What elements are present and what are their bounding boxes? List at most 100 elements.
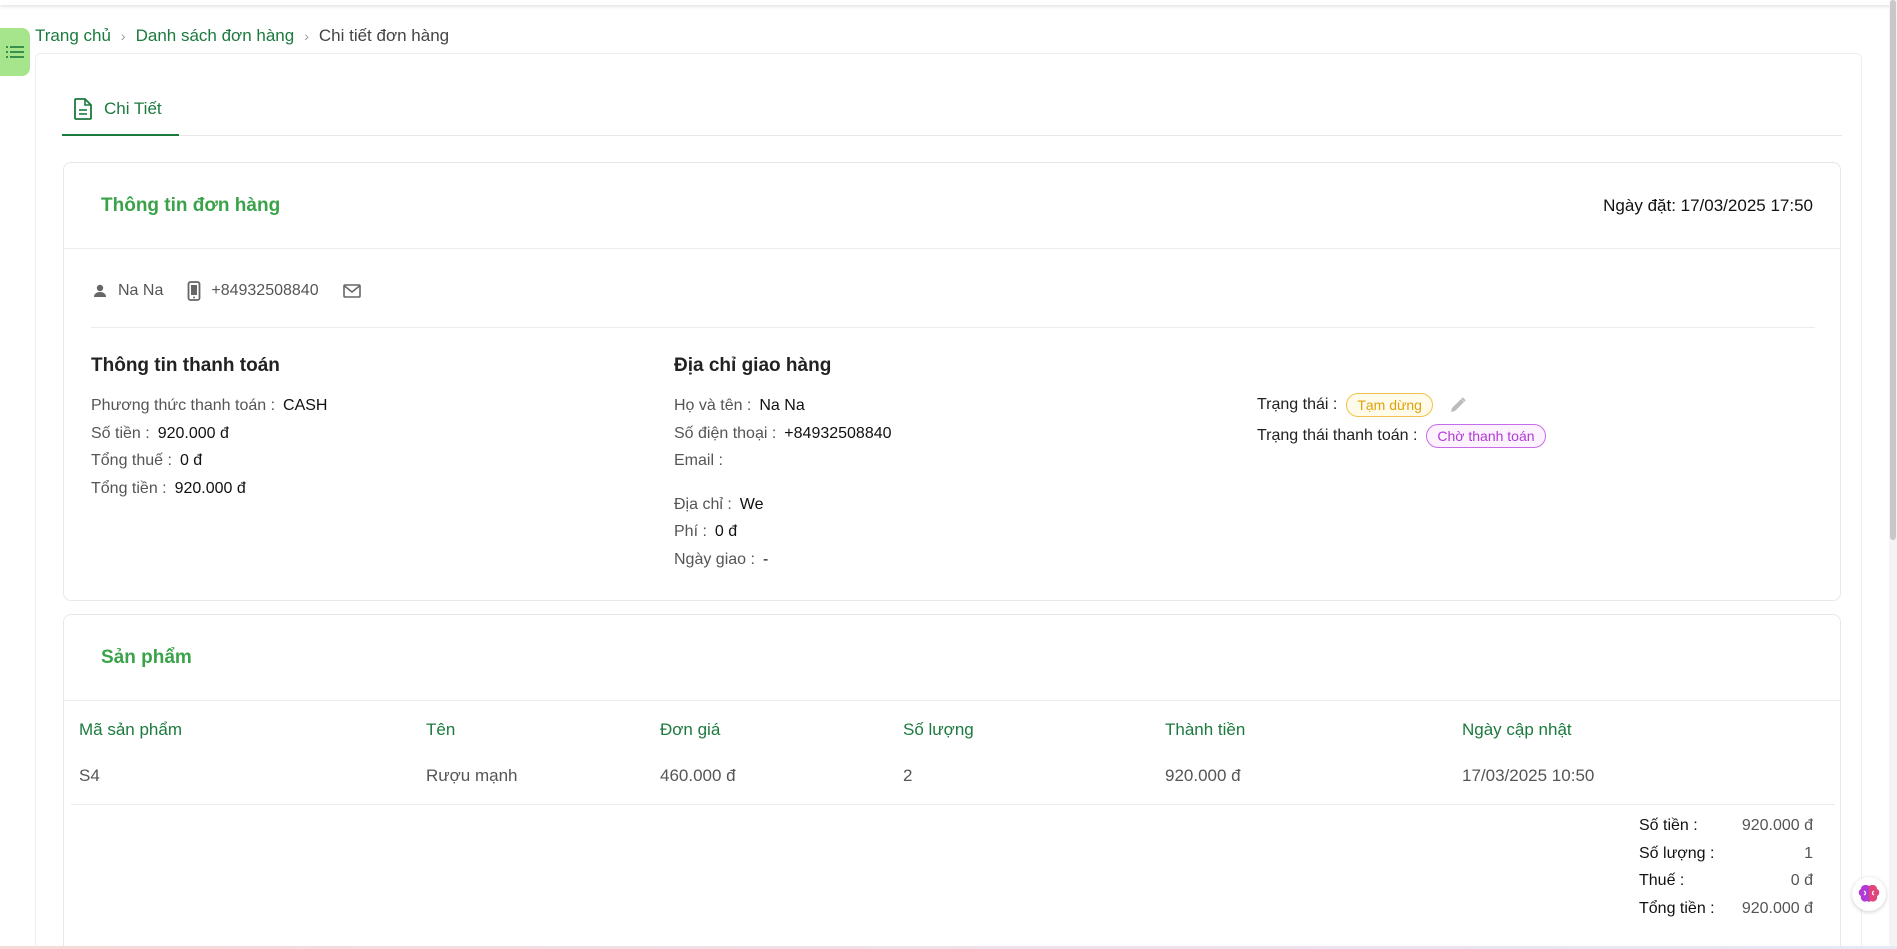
customer-contact-row: Na Na +84932508840 [92, 279, 371, 303]
order-status-badge: Tạm dừng [1346, 392, 1433, 417]
payment-total-row: Tổng tiền : 920.000 đ [91, 475, 327, 503]
shipping-address-label: Địa chỉ : [674, 495, 732, 513]
order-info-section: Thông tin đơn hàng Ngày đặt: 17/03/2025 … [63, 162, 1841, 601]
order-status: Trạng thái : Tạm dừng Trạng thái thanh t… [1257, 389, 1546, 451]
payment-tax-value: 0 đ [179, 452, 203, 469]
payment-status-label: Trạng thái thanh toán : [1257, 427, 1418, 444]
shipping-delivery-row: Ngày giao :- [674, 546, 892, 574]
payment-amount-value: 920.000 đ [157, 424, 229, 442]
breadcrumb-home-link[interactable]: Trang chủ [35, 26, 111, 46]
person-icon [92, 283, 108, 299]
pencil-icon [1450, 396, 1466, 412]
column-header-code: Mã sản phẩm [79, 720, 182, 739]
tab-details[interactable]: Chi Tiết [62, 84, 179, 136]
shipping-address-value: We [739, 495, 764, 513]
payment-tax-label: Tổng thuế : [91, 452, 172, 469]
shipping-email-row: Email : [674, 447, 892, 475]
breadcrumb-current: Chi tiết đơn hàng [318, 26, 450, 45]
shipping-delivery-value: - [762, 550, 769, 568]
menu-toggle-button[interactable] [0, 28, 30, 76]
breadcrumb-orders-link[interactable]: Danh sách đơn hàng [136, 26, 295, 46]
document-icon [74, 98, 92, 120]
page-scrollbar[interactable] [1889, 0, 1897, 949]
products-header: Sản phẩm [64, 615, 1840, 701]
payment-method-row: Phương thức thanh toán : CASH [91, 392, 327, 420]
order-status-row: Trạng thái : Tạm dừng [1257, 389, 1546, 420]
shipping-address-row: Địa chỉ : We [674, 491, 892, 519]
shipping-email-label: Email : [674, 452, 723, 469]
shipping-fee-row: Phí : 0 đ [674, 518, 892, 546]
breadcrumb: Trang chủ › Danh sách đơn hàng › Chi tiế… [35, 26, 449, 46]
menu-icon [6, 46, 24, 58]
summary-amount-row: Số tiền : 920.000 đ [1639, 812, 1813, 840]
customer-name: Na Na [118, 282, 164, 299]
summary-tax-label: Thuế : [1639, 872, 1685, 889]
product-qty: 2 [903, 766, 913, 785]
summary-tax-value: 0 đ [1790, 872, 1813, 889]
summary-qty-value: 1 [1804, 844, 1813, 862]
summary-total-value: 920.000 đ [1741, 899, 1813, 917]
column-header-qty: Số lượng [903, 720, 974, 739]
shipping-phone-row: Số điện thoại : +84932508840 [674, 420, 892, 448]
order-status-label: Trạng thái : [1257, 396, 1338, 413]
summary-tax-row: Thuế : 0 đ [1639, 867, 1813, 895]
chevron-right-icon: › [120, 28, 126, 44]
payment-amount-label: Số tiền : [91, 424, 150, 442]
products-table-header: Mã sản phẩm Tên Đơn giá Số lượng Thành t… [64, 715, 1840, 745]
shipping-fee-value: 0 đ [714, 523, 738, 540]
product-price: 460.000 đ [660, 766, 736, 785]
phone-icon [187, 281, 201, 301]
summary-qty-label: Số lượng : [1639, 844, 1715, 862]
shipping-phone-value: +84932508840 [784, 424, 892, 442]
brain-icon [1858, 885, 1880, 902]
payment-status-badge: Chờ thanh toán [1426, 423, 1546, 448]
payment-total-value: 920.000 đ [174, 479, 246, 497]
product-updated: 17/03/2025 10:50 [1462, 766, 1595, 785]
payment-method-label: Phương thức thanh toán : [91, 397, 276, 414]
products-title: Sản phẩm [101, 647, 192, 668]
shipping-info: Địa chỉ giao hàng Họ và tên : Na Na Số đi… [674, 355, 892, 573]
tab-bar: Chi Tiết [62, 84, 1842, 136]
customer-phone: +84932508840 [211, 282, 319, 299]
shipping-spacer [674, 475, 892, 491]
order-info-header: Thông tin đơn hàng Ngày đặt: 17/03/2025 … [64, 163, 1840, 249]
shipping-fee-label: Phí : [674, 523, 707, 540]
table-row[interactable]: S4 Rượu mạnh 460.000 đ 2 920.000 đ 17/03… [71, 758, 1835, 805]
top-bar [0, 0, 1897, 5]
column-header-price: Đơn giá [660, 720, 721, 739]
shipping-phone-label: Số điện thoại : [674, 424, 777, 442]
edit-status-button[interactable] [1449, 396, 1467, 414]
shipping-name-row: Họ và tên : Na Na [674, 392, 892, 420]
contact-divider [91, 327, 1815, 328]
product-amount: 920.000 đ [1165, 766, 1241, 785]
order-date: Ngày đặt: 17/03/2025 17:50 [1603, 196, 1813, 215]
column-header-updated: Ngày cập nhật [1462, 720, 1572, 739]
summary-total-label: Tổng tiền : [1639, 899, 1715, 917]
summary-total-row: Tổng tiền : 920.000 đ [1639, 895, 1813, 923]
order-info-title: Thông tin đơn hàng [101, 195, 281, 216]
mail-icon[interactable] [342, 284, 361, 298]
payment-info: Thông tin thanh toán Phương thức thanh t… [91, 355, 327, 502]
summary-qty-row: Số lượng : 1 [1639, 840, 1813, 868]
products-summary: Số tiền : 920.000 đ Số lượng : 1 Thuế : 0 đ… [1639, 812, 1813, 922]
summary-amount-label: Số tiền : [1639, 817, 1698, 834]
payment-total-label: Tổng tiền : [91, 479, 167, 497]
payment-status-row: Trạng thái thanh toán : Chờ thanh toán [1257, 420, 1546, 451]
payment-info-title: Thông tin thanh toán [91, 355, 280, 376]
scrollbar-thumb[interactable] [1890, 0, 1896, 540]
shipping-name-label: Họ và tên : [674, 397, 752, 414]
payment-method-value: CASH [283, 397, 328, 414]
chevron-right-icon: › [304, 28, 309, 44]
payment-tax-row: Tổng thuế : 0 đ [91, 447, 327, 475]
tab-details-label: Chi Tiết [104, 99, 162, 118]
assistant-button[interactable] [1852, 877, 1886, 911]
products-section: Sản phẩm Mã sản phẩm Tên Đơn giá Số lượn… [63, 614, 1841, 949]
column-header-amount: Thành tiền [1165, 720, 1246, 739]
summary-amount-value: 920.000 đ [1741, 817, 1813, 834]
shipping-name-value: Na Na [759, 397, 805, 414]
product-name: Rượu mạnh [426, 766, 518, 785]
shipping-delivery-label: Ngày giao : [674, 550, 755, 568]
shipping-info-title: Địa chỉ giao hàng [674, 355, 832, 376]
payment-amount-row: Số tiền : 920.000 đ [91, 420, 327, 448]
product-code: S4 [79, 766, 100, 785]
